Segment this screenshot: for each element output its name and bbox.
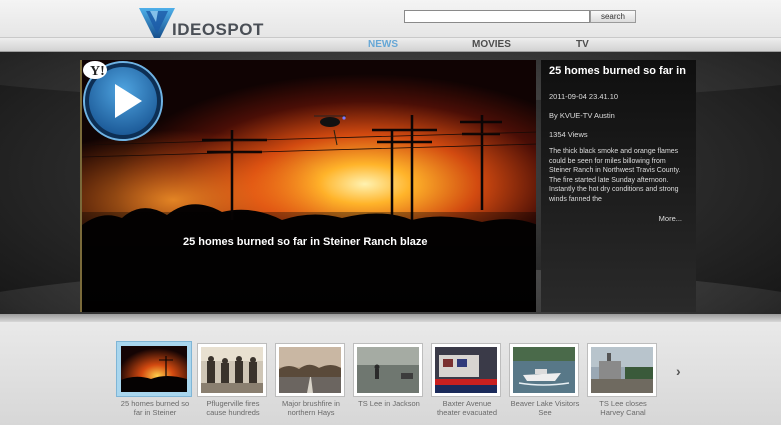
search-input[interactable]: [404, 10, 590, 23]
thumbnail-label: TS Lee in Jackson: [358, 399, 420, 408]
logo-text: IDEOSPOT: [172, 20, 264, 39]
info-source: By KVUE-TV Austin: [549, 111, 615, 120]
video-player[interactable]: 25 homes burned so far in Steiner Ranch …: [80, 60, 536, 312]
thumbnail-frame: [197, 343, 267, 397]
caption-bar: [82, 212, 536, 312]
nav-tv[interactable]: TV: [576, 39, 589, 50]
thumbnail-item[interactable]: Pflugerville fires cause hundreds: [197, 343, 269, 417]
thumbnail-frame: [116, 341, 192, 397]
info-date: 2011-09-04 23.41.10: [549, 92, 619, 101]
info-title: 25 homes burned so far in: [549, 65, 686, 77]
thumbnail-label: 25 homes burned so far in Steiner: [120, 399, 190, 417]
nav-movies[interactable]: MOVIES: [472, 39, 511, 50]
thumbnail-frame: [431, 343, 501, 397]
thumbnail-label: Major brushfire in northern Hays: [282, 399, 340, 417]
thumbnail-label: Beaver Lake Visitors See: [510, 399, 580, 417]
thumbnail-brushfire-image: [279, 347, 341, 393]
nav-news[interactable]: NEWS: [368, 39, 398, 50]
thumbnail-storm-image: [357, 347, 419, 393]
thumbnail-frame: [587, 343, 657, 397]
thumbnail-item[interactable]: TS Lee in Jackson: [353, 343, 425, 408]
thumbnail-frame: [275, 343, 345, 397]
thumbnail-item[interactable]: Baxter Avenue theater evacuated: [431, 343, 503, 417]
header: IDEOSPOT search: [0, 0, 781, 44]
thumbnail-item[interactable]: Major brushfire in northern Hays: [275, 343, 347, 417]
main-nav: NEWS MOVIES TV: [0, 38, 781, 52]
thumbnail-item[interactable]: Beaver Lake Visitors See: [509, 343, 581, 417]
thumbnail-item[interactable]: TS Lee closes Harvey Canal: [587, 343, 659, 417]
thumbnail-item[interactable]: 25 homes burned so far in Steiner: [116, 341, 192, 417]
info-views: 1354 Views: [549, 130, 588, 139]
thumbnail-fire-image: [121, 346, 187, 392]
thumbnail-press-conference-image: [201, 347, 263, 393]
thumbnail-canal-image: [591, 347, 653, 393]
thumbnail-boat-image: [513, 347, 575, 393]
thumbnail-label: Baxter Avenue theater evacuated: [436, 399, 498, 417]
thumbnail-strip: 25 homes burned so far in Steiner Pfluge…: [0, 322, 781, 425]
more-link[interactable]: More...: [659, 214, 682, 223]
video-info-panel: 25 homes burned so far in 2011-09-04 23.…: [541, 60, 696, 312]
yahoo-logo-icon: Y!: [83, 61, 107, 79]
next-arrow-icon[interactable]: ›: [676, 363, 681, 379]
thumbnail-frame: [509, 343, 579, 397]
thumbnail-label: TS Lee closes Harvey Canal: [599, 399, 647, 417]
info-description: The thick black smoke and orange flames …: [549, 148, 681, 203]
stage-floor: [0, 314, 781, 322]
yahoo-badge-text: Y!: [90, 64, 105, 79]
search-button[interactable]: search: [590, 10, 636, 23]
thumbnail-frame: [353, 343, 423, 397]
thumbnail-label: Pflugerville fires cause hundreds: [206, 399, 260, 417]
video-title: 25 homes burned so far in Steiner Ranch …: [183, 236, 428, 248]
thumbnail-theater-image: [435, 347, 497, 393]
